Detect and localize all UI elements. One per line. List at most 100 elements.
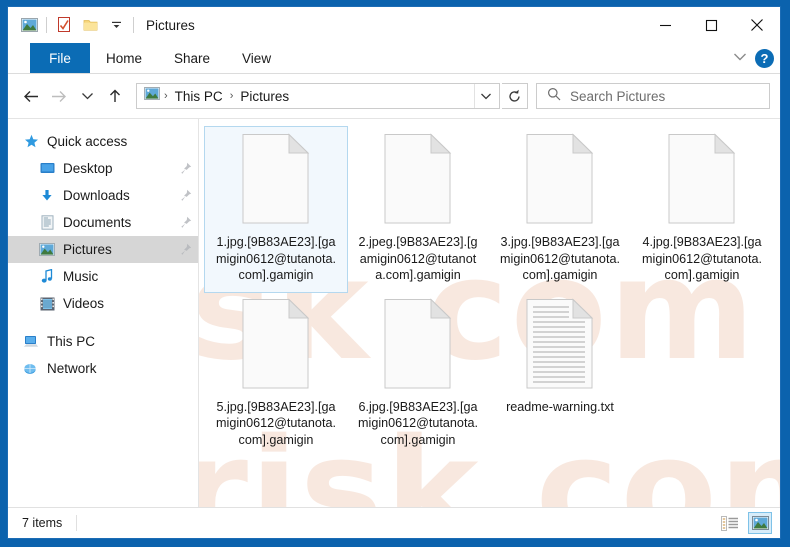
customize-qat-dropdown-icon[interactable] [103,12,129,38]
close-button[interactable] [734,7,780,43]
file-item[interactable]: 6.jpg.[9B83AE23].[gamigin0612@tutanota.c… [347,292,489,457]
new-folder-icon[interactable] [77,12,103,38]
view-mode-buttons [718,512,772,534]
breadcrumb-dropdown-icon[interactable] [474,84,497,108]
file-name: 6.jpg.[9B83AE23].[gamigin0612@tutanota.c… [358,399,478,447]
file-item[interactable]: 3.jpg.[9B83AE23].[gamigin0612@tutanota.c… [489,127,631,292]
tab-home[interactable]: Home [90,43,158,73]
chevron-down-icon[interactable] [733,49,747,67]
sidebar-item-network[interactable]: Network [8,355,198,382]
address-bar: › This PC › Pictures Search Pictures [8,74,780,118]
sidebar-item-label: Documents [63,215,132,230]
videos-icon [37,295,57,313]
sidebar-item-label: Desktop [63,161,113,176]
back-button[interactable] [18,82,44,110]
blank-file-icon [241,133,311,225]
sidebar-item-label: Quick access [47,134,128,149]
details-view-button[interactable] [718,512,742,534]
blank-file-icon [667,133,737,225]
item-count-label: 7 items [22,516,63,530]
explorer-body: Quick access Desktop Downloads Documents… [8,118,780,507]
search-input[interactable]: Search Pictures [536,83,770,109]
sidebar-item-label: Downloads [63,188,130,203]
sidebar-item-documents[interactable]: Documents [8,209,198,236]
window-controls [642,7,780,43]
file-item[interactable]: 1.jpg.[9B83AE23].[gamigin0612@tutanota.c… [204,126,348,293]
up-button[interactable] [102,82,128,110]
sidebar-gap-1 [8,317,198,328]
quick-access-toolbar: Pictures [8,7,195,43]
downloads-icon [37,187,57,205]
pictures-icon [37,241,57,259]
ribbon-tab-bar: File Home Share View ? [8,43,780,74]
sidebar-item-desktop[interactable]: Desktop [8,155,198,182]
file-item[interactable]: 5.jpg.[9B83AE23].[gamigin0612@tutanota.c… [205,292,347,457]
blank-file-icon [525,133,595,225]
sidebar-item-downloads[interactable]: Downloads [8,182,198,209]
file-name: 4.jpg.[9B83AE23].[gamigin0612@tutanota.c… [642,235,762,282]
tab-view[interactable]: View [226,43,287,73]
blank-file-icon [241,297,311,390]
blank-file-icon [383,133,453,225]
file-item[interactable]: 4.jpg.[9B83AE23].[gamigin0612@tutanota.c… [631,127,773,292]
pictures-folder-icon[interactable] [16,12,42,38]
status-bar: 7 items [8,507,780,538]
file-name: readme-warning.txt [506,399,614,414]
sidebar-item-pictures[interactable]: Pictures [8,236,198,263]
sidebar-item-label: Network [47,361,97,376]
sidebar-item-quick-access[interactable]: Quick access [8,128,198,155]
breadcrumb[interactable]: › This PC › Pictures [136,83,500,109]
sidebar-item-this-pc[interactable]: This PC [8,328,198,355]
pin-icon[interactable] [180,243,192,256]
breadcrumb-separator-1[interactable]: › [160,90,172,102]
minimize-button[interactable] [642,7,688,43]
window-title: Pictures [146,17,195,33]
status-separator [76,515,78,531]
breadcrumb-root-icon[interactable] [144,87,160,105]
qat-separator-1 [46,17,47,33]
file-name: 3.jpg.[9B83AE23].[gamigin0612@tutanota.c… [500,235,620,282]
pin-icon[interactable] [180,162,192,175]
music-icon [37,268,57,286]
file-name: 1.jpg.[9B83AE23].[gamigin0612@tutanota.c… [216,235,336,282]
breadcrumb-separator-2[interactable]: › [226,90,238,102]
navigation-pane: Quick access Desktop Downloads Documents… [8,119,199,507]
ribbon-right-controls: ? [733,43,774,73]
network-icon [21,360,41,378]
pin-icon[interactable] [180,189,192,202]
search-placeholder: Search Pictures [570,88,666,104]
breadcrumb-item-pictures[interactable]: Pictures [237,89,292,104]
sidebar-item-label: Pictures [63,242,112,257]
desktop-icon [37,160,57,178]
documents-icon [37,214,57,232]
file-item[interactable]: 2.jpeg.[9B83AE23].[gamigin0612@tutanota.… [347,127,489,292]
large-icons-view-button[interactable] [748,512,772,534]
this-pc-icon [21,333,41,351]
properties-icon[interactable] [51,12,77,38]
search-icon [547,87,561,106]
sidebar-item-videos[interactable]: Videos [8,290,198,317]
sidebar-item-label: This PC [47,334,96,349]
sidebar-item-label: Music [63,269,99,284]
file-grid: 1.jpg.[9B83AE23].[gamigin0612@tutanota.c… [199,119,780,456]
qat-separator-2 [133,17,134,33]
forward-button[interactable] [46,82,72,110]
file-name: 5.jpg.[9B83AE23].[gamigin0612@tutanota.c… [216,399,336,447]
sidebar-item-label: Videos [63,296,105,311]
blank-file-icon [383,297,453,390]
help-button[interactable]: ? [755,48,774,68]
pin-icon[interactable] [180,216,192,229]
refresh-button[interactable] [502,83,528,109]
file-list-view[interactable]: risk.com risk.com 1.jpg.[9B83AE23].[gami… [199,119,780,507]
explorer-window: Pictures File Home Share View ? › This P… [8,7,780,538]
file-item[interactable]: readme-warning.txt [489,292,631,457]
title-bar: Pictures [8,7,780,43]
tab-file[interactable]: File [30,43,90,73]
star-icon [21,133,41,151]
recent-locations-button[interactable] [74,82,100,110]
breadcrumb-item-this-pc[interactable]: This PC [172,89,226,104]
sidebar-item-music[interactable]: Music [8,263,198,290]
text-file-icon [525,297,595,390]
tab-share[interactable]: Share [158,43,226,73]
maximize-button[interactable] [688,7,734,43]
